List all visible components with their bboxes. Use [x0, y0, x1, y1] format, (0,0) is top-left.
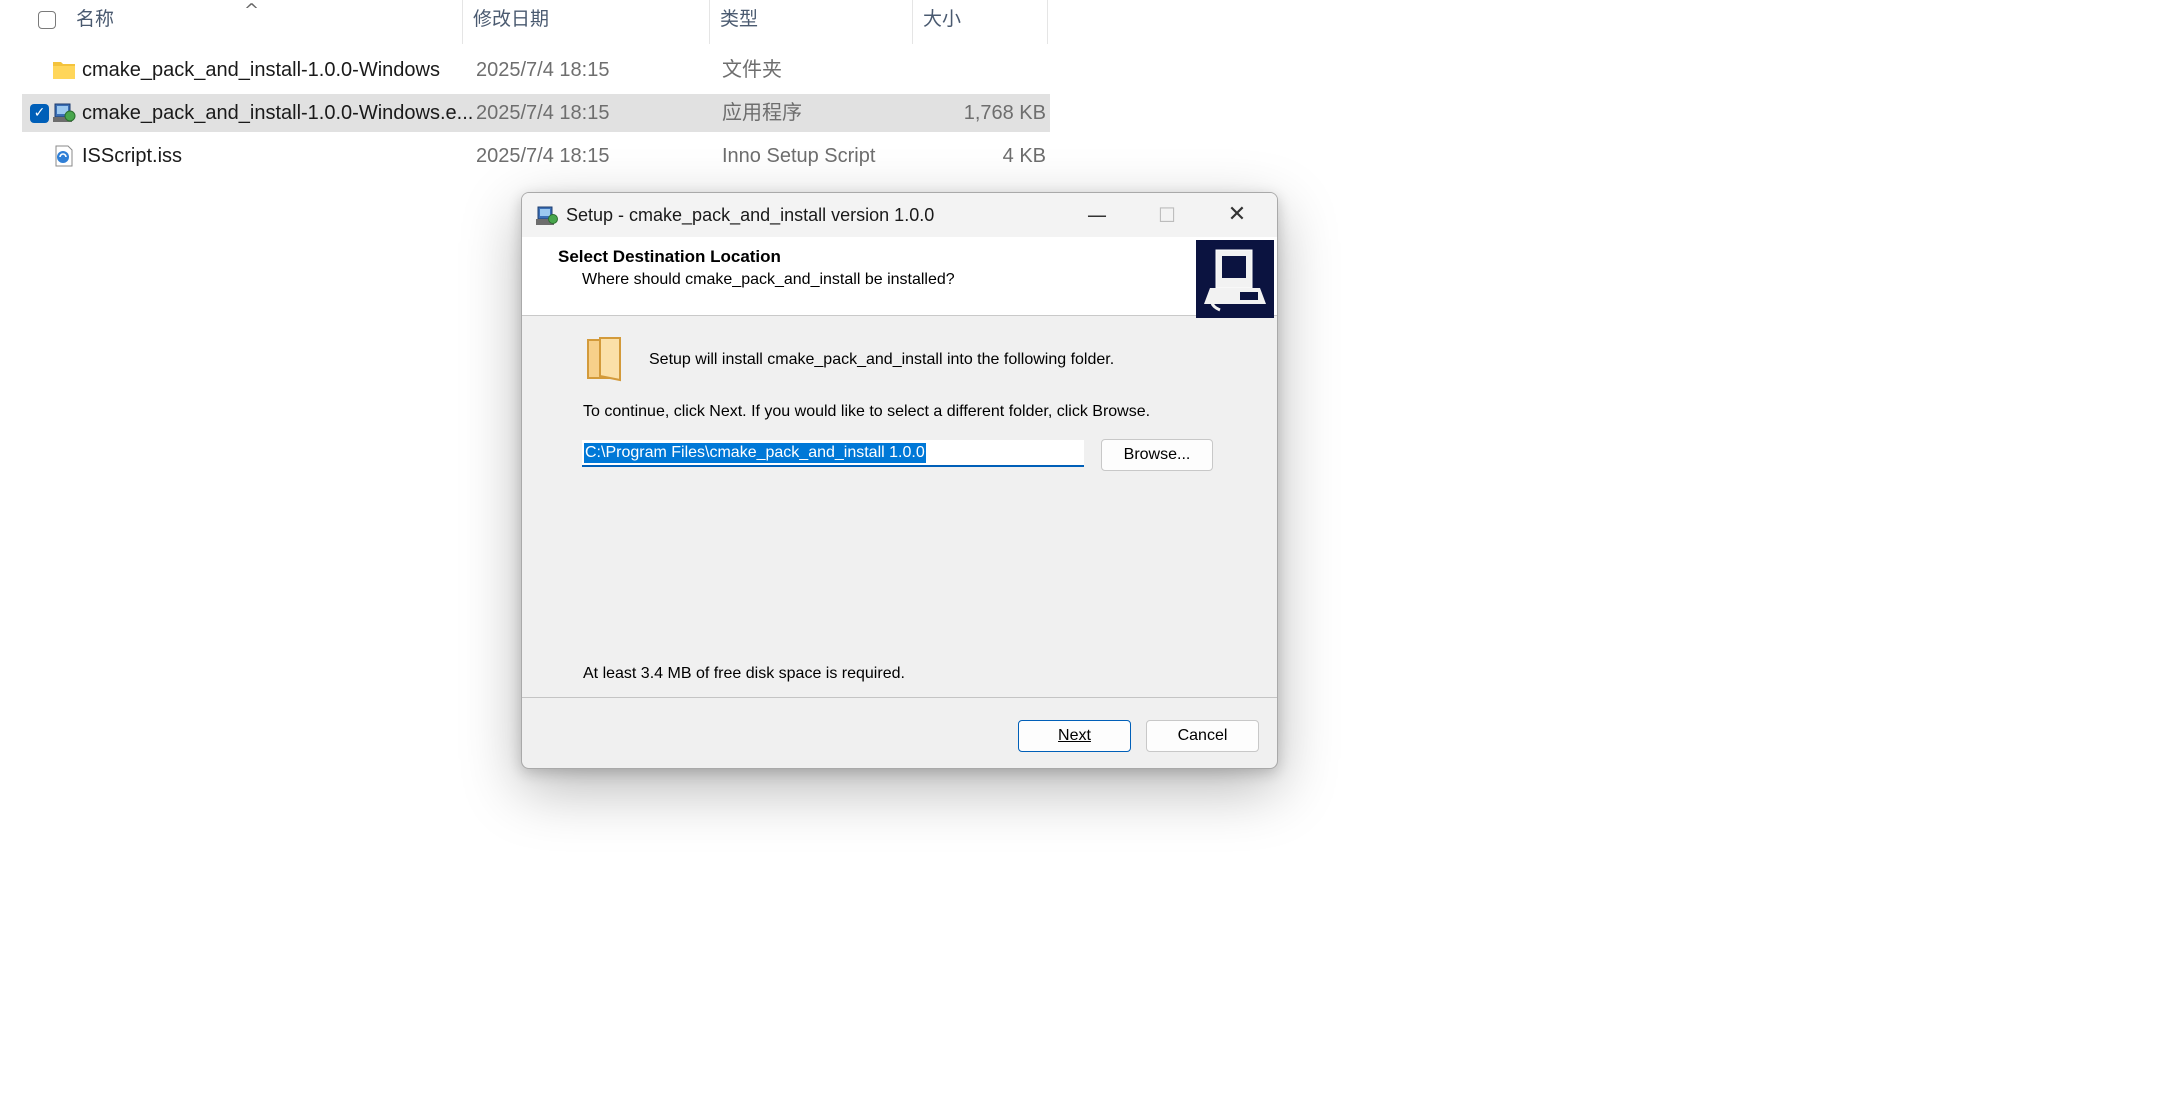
column-header-type[interactable]: 类型: [710, 0, 912, 40]
setup-wizard-dialog: Setup - cmake_pack_and_install version 1…: [521, 192, 1278, 769]
file-explorer: 名称 ^ 修改日期 类型 大小 cmake_pack_and_install-1…: [0, 0, 1060, 200]
column-header-type-label: 类型: [720, 9, 759, 30]
file-name: cmake_pack_and_install-1.0.0-Windows: [82, 59, 440, 81]
setup-app-icon: [536, 206, 558, 225]
open-folder-icon: [587, 337, 621, 382]
file-date: 2025/7/4 18:15: [476, 59, 610, 81]
footer-divider: [522, 697, 1277, 698]
destination-path-value: C:\Program Files\cmake_pack_and_install …: [584, 443, 926, 463]
next-button[interactable]: Next: [1018, 720, 1131, 752]
column-header-date[interactable]: 修改日期: [463, 0, 709, 40]
folder-icon: [53, 62, 75, 79]
file-size: 4 KB: [1002, 145, 1046, 167]
file-name: ISScript.iss: [82, 145, 183, 167]
wizard-body: Setup will install cmake_pack_and_instal…: [522, 316, 1277, 690]
row-checkbox-checked[interactable]: ✓: [30, 104, 49, 123]
browse-button-label: Browse...: [1123, 446, 1191, 463]
file-size: 1,768 KB: [963, 102, 1046, 124]
file-type: Inno Setup Script: [722, 145, 876, 167]
maximize-icon: ☐: [1158, 203, 1176, 227]
column-header-name[interactable]: 名称: [66, 0, 462, 40]
close-button[interactable]: ✕: [1202, 193, 1272, 237]
column-header-date-label: 修改日期: [473, 9, 550, 30]
destination-path-input[interactable]: C:\Program Files\cmake_pack_and_install …: [582, 440, 1084, 467]
minimize-button[interactable]: —: [1062, 193, 1132, 237]
file-row-setup-exe[interactable]: ✓ cmake_pack_and_install-1.0.0-Windows.e…: [22, 94, 1050, 132]
inno-script-icon: [55, 145, 73, 167]
file-row-folder[interactable]: cmake_pack_and_install-1.0.0-Windows 202…: [22, 51, 1050, 89]
file-row-inno-script[interactable]: ISScript.iss 2025/7/4 18:15 Inno Setup S…: [22, 137, 1050, 175]
next-button-label: Next: [1058, 727, 1091, 744]
page-title: Select Destination Location: [558, 247, 781, 266]
dialog-title: Setup - cmake_pack_and_install version 1…: [566, 205, 935, 225]
column-header-size[interactable]: 大小: [913, 0, 1047, 40]
wizard-header-banner: Select Destination Location Where should…: [522, 237, 1277, 318]
file-type: 文件夹: [722, 59, 782, 81]
select-all-checkbox[interactable]: [38, 11, 56, 29]
close-icon: ✕: [1227, 202, 1247, 227]
file-date: 2025/7/4 18:15: [476, 102, 610, 124]
column-header-size-label: 大小: [923, 9, 962, 30]
cancel-button-label: Cancel: [1177, 727, 1228, 744]
cancel-button[interactable]: Cancel: [1146, 720, 1259, 752]
page-subtitle: Where should cmake_pack_and_install be i…: [582, 271, 955, 288]
instructions-text: To continue, click Next. If you would li…: [583, 403, 1151, 420]
sort-ascending-icon: ^: [244, 0, 260, 21]
column-header-name-label: 名称: [76, 9, 115, 30]
installer-computer-icon: [1196, 240, 1274, 318]
intro-text: Setup will install cmake_pack_and_instal…: [649, 351, 1115, 368]
minimize-icon: —: [1087, 203, 1107, 227]
setup-exe-icon: [53, 103, 76, 122]
file-date: 2025/7/4 18:15: [476, 145, 610, 167]
browse-button[interactable]: Browse...: [1101, 439, 1213, 471]
column-divider[interactable]: [1047, 0, 1048, 44]
maximize-button[interactable]: ☐: [1132, 193, 1202, 237]
dialog-titlebar[interactable]: Setup - cmake_pack_and_install version 1…: [522, 193, 1277, 237]
disk-space-requirement: At least 3.4 MB of free disk space is re…: [583, 665, 905, 682]
file-type: 应用程序: [722, 102, 802, 124]
column-header-row: 名称 ^ 修改日期 类型 大小: [0, 0, 1056, 44]
file-name: cmake_pack_and_install-1.0.0-Windows.e..…: [82, 102, 474, 124]
